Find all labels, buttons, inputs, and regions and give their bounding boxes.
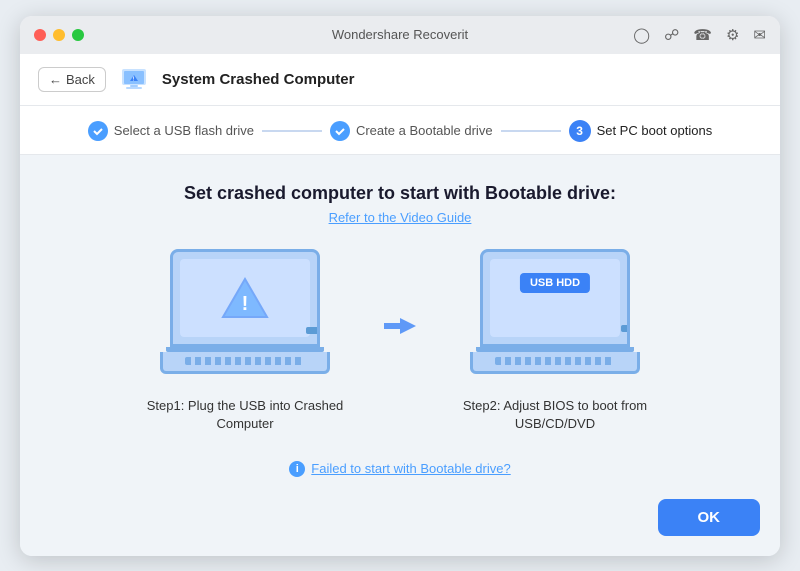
main-content: Set crashed computer to start with Boota… xyxy=(20,155,780,556)
step1-visual: ! Step1: Plug the xyxy=(135,249,355,433)
app-window: Wondershare Recoverit ◯ ☍ ☎ ⚙ ✉ ← Back !… xyxy=(20,16,780,556)
settings-icon[interactable]: ⚙ xyxy=(726,26,739,44)
usb-side xyxy=(621,325,630,332)
step1-desc: Step1: Plug the USB into Crashed Compute… xyxy=(147,397,344,433)
laptop2-keyboard xyxy=(495,357,615,365)
arrow-between xyxy=(375,312,425,340)
person-icon[interactable]: ◯ xyxy=(633,26,650,44)
laptop2-screen: USB HDD xyxy=(480,249,630,347)
step-2-label: Create a Bootable drive xyxy=(356,123,493,138)
maximize-button[interactable] xyxy=(72,29,84,41)
step2-visual: USB HDD Step2: Adjust BIOS to boot from … xyxy=(445,249,665,433)
ok-button[interactable]: OK xyxy=(658,499,761,536)
headset-icon[interactable]: ☎ xyxy=(693,26,712,44)
video-link[interactable]: Refer to the Video Guide xyxy=(329,210,472,225)
laptop1-screen-inner: ! xyxy=(180,259,310,337)
step-line-1 xyxy=(262,130,322,132)
mail-icon[interactable]: ✉ xyxy=(753,26,766,44)
traffic-lights xyxy=(34,29,84,41)
failed-link-row: i Failed to start with Bootable drive? xyxy=(289,461,510,477)
step-3-label: Set PC boot options xyxy=(597,123,713,138)
laptop1-hinge xyxy=(166,347,324,352)
step-1-label: Select a USB flash drive xyxy=(114,123,254,138)
step-1-check xyxy=(88,121,108,141)
step-1: Select a USB flash drive xyxy=(88,121,254,141)
usb-plug xyxy=(306,327,320,334)
laptop1-wrap: ! xyxy=(155,249,335,389)
laptop2-hinge xyxy=(476,347,634,352)
header-bar: ← Back ! System Crashed Computer xyxy=(20,54,780,106)
step-bar: Select a USB flash drive Create a Bootab… xyxy=(20,106,780,155)
back-arrow-icon: ← xyxy=(49,72,62,87)
steps-visual: ! Step1: Plug the xyxy=(135,249,665,433)
svg-text:!: ! xyxy=(242,293,249,315)
crashed-computer-icon: ! xyxy=(120,65,148,93)
step-2-check xyxy=(330,121,350,141)
header-title: System Crashed Computer xyxy=(162,71,355,88)
signin-icon[interactable]: ☍ xyxy=(664,26,679,44)
laptop1-screen: ! xyxy=(170,249,320,347)
main-title: Set crashed computer to start with Boota… xyxy=(184,183,616,204)
app-title: Wondershare Recoverit xyxy=(332,27,468,42)
laptop2-base xyxy=(470,352,640,374)
step2-desc: Step2: Adjust BIOS to boot from USB/CD/D… xyxy=(445,397,665,433)
step-3-num: 3 xyxy=(569,120,591,142)
laptop2-screen-inner: USB HDD xyxy=(490,259,620,337)
laptop2-wrap: USB HDD xyxy=(465,249,645,389)
step-line-2 xyxy=(501,130,561,132)
failed-link[interactable]: Failed to start with Bootable drive? xyxy=(311,461,510,476)
info-icon: i xyxy=(289,461,305,477)
ok-btn-row: OK xyxy=(40,489,760,536)
titlebar-icons: ◯ ☍ ☎ ⚙ ✉ xyxy=(633,26,766,44)
close-button[interactable] xyxy=(34,29,46,41)
step-2: Create a Bootable drive xyxy=(330,121,493,141)
minimize-button[interactable] xyxy=(53,29,65,41)
arrow-icon xyxy=(380,312,420,340)
usb-hdd-label: USB HDD xyxy=(520,273,590,293)
step-3: 3 Set PC boot options xyxy=(569,120,713,142)
back-label: Back xyxy=(66,72,95,87)
warning-triangle-icon: ! xyxy=(219,275,271,321)
back-button[interactable]: ← Back xyxy=(38,67,106,92)
titlebar: Wondershare Recoverit ◯ ☍ ☎ ⚙ ✉ xyxy=(20,16,780,54)
laptop1-keyboard xyxy=(185,357,305,365)
laptop1-base xyxy=(160,352,330,374)
